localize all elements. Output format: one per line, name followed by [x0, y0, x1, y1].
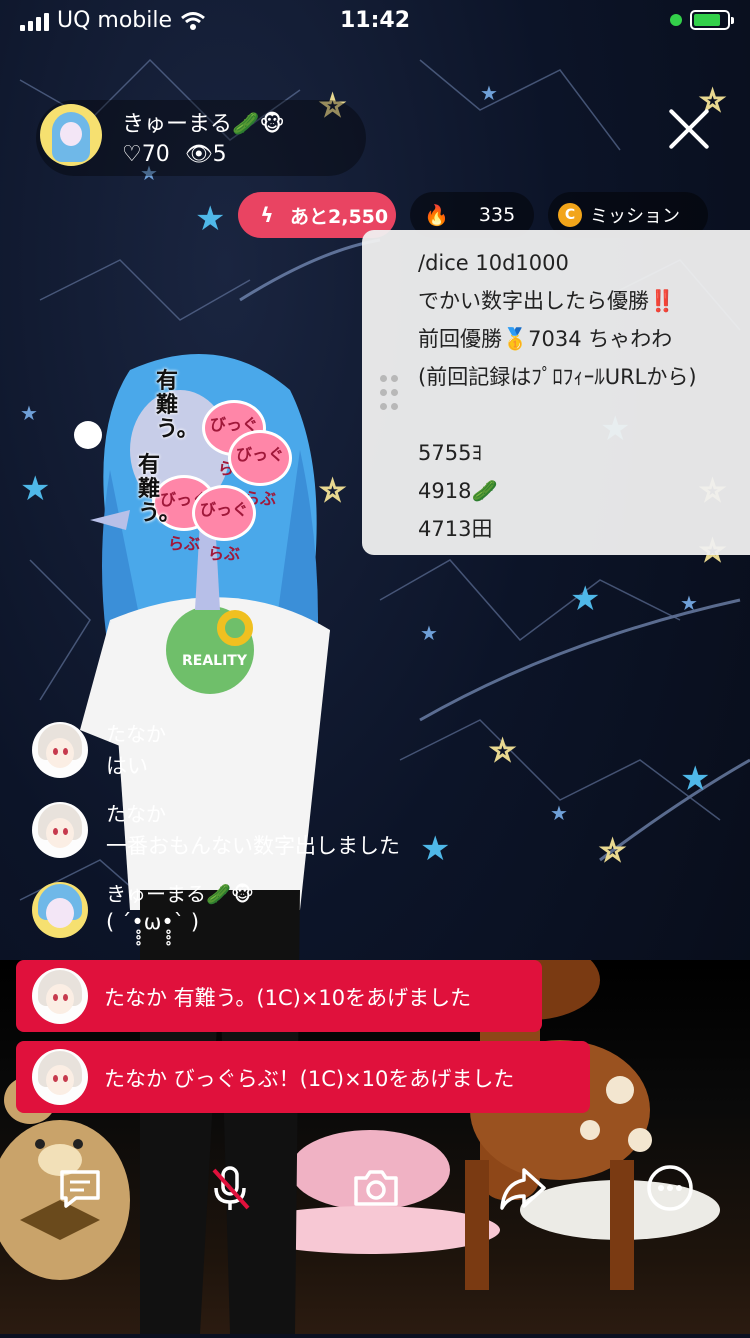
gift-text: たなか 有難う。(1C)×10をあげました: [104, 986, 472, 1010]
note-line: [418, 396, 697, 434]
status-time: 11:42: [339, 8, 411, 33]
svg-text:★: ★: [420, 621, 438, 645]
streamer-name: きゅーまる🥒🐵: [122, 112, 285, 137]
commenter-avatar[interactable]: [32, 722, 88, 778]
note-line: 4918🥒: [418, 479, 498, 503]
commenter-avatar[interactable]: [32, 882, 88, 938]
gift-notice: たなか びっぐらぶ！(1C)×10をあげました: [16, 1041, 590, 1113]
comment-icon: [60, 1170, 100, 1208]
mission-label: ミッション: [590, 206, 680, 227]
streamer-info[interactable]: きゅーまる🥒🐵 ♡70 👁5: [36, 100, 366, 176]
svg-text:★: ★: [570, 579, 600, 619]
remaining-points-label: あと2,550: [290, 205, 389, 228]
comment-text: ( ´•̥̥̥ω•̥̥̥` ): [106, 910, 200, 934]
svg-text:★: ★: [20, 469, 50, 509]
note-line: でかい数字出したら優勝‼️: [418, 289, 676, 313]
mic-toggle-button[interactable]: [202, 1160, 258, 1216]
gift-notice: たなか 有難う。(1C)×10をあげました: [16, 960, 542, 1032]
svg-text:★: ★: [20, 401, 38, 425]
svg-text:★: ★: [420, 829, 450, 869]
thanks-stamp: 有難う。: [138, 453, 181, 526]
love-stamp: びっぐらぶ: [228, 430, 292, 508]
svg-text:★: ★: [680, 759, 710, 799]
svg-text:★: ★: [480, 81, 498, 105]
gift-text: たなか びっぐらぶ！(1C)×10をあげました: [104, 1067, 515, 1091]
more-button[interactable]: [642, 1160, 698, 1216]
comment-text: 一番おもんない数字出しました: [106, 834, 400, 858]
camera-button[interactable]: [348, 1160, 404, 1216]
note-line: /dice 10d1000: [418, 251, 569, 275]
svg-text:☆: ☆: [490, 734, 515, 767]
gifter-avatar[interactable]: [32, 968, 88, 1024]
close-icon[interactable]: [664, 104, 714, 154]
camera-icon: [354, 1170, 398, 1206]
viewer-count: 👁5: [184, 142, 227, 167]
more-icon: [647, 1165, 693, 1211]
gifter-avatar[interactable]: [32, 1049, 88, 1105]
commenter-name: たなか: [106, 722, 166, 746]
comment-button[interactable]: [52, 1160, 108, 1216]
camera-in-use-indicator: [670, 14, 682, 26]
note-line: 前回優勝🥇7034 ちゃわわ: [418, 327, 673, 351]
mic-muted-icon: [212, 1166, 250, 1210]
svg-text:REALITY: REALITY: [182, 653, 248, 669]
note-lines: /dice 10d1000 でかい数字出したら優勝‼️ 前回優勝🥇7034 ちゃ…: [418, 244, 697, 548]
svg-text:★: ★: [550, 801, 568, 825]
commenter-avatar[interactable]: [32, 802, 88, 858]
svg-text:★: ★: [680, 591, 698, 615]
status-right: [670, 10, 734, 30]
flame-icon: 🔥: [424, 203, 449, 227]
lightning-icon: ϟ: [260, 203, 274, 227]
streamer-avatar[interactable]: [40, 104, 102, 166]
fire-points-value: 335: [478, 204, 516, 226]
svg-text:☆: ☆: [600, 834, 625, 867]
share-button[interactable]: [494, 1160, 550, 1216]
note-line: (前回記録はﾌﾟﾛﾌｨｰﾙURLから): [418, 365, 697, 389]
share-icon: [500, 1168, 546, 1210]
note-line: 5755ﾖ: [418, 441, 482, 465]
thanks-stamp: 有難う。: [156, 369, 199, 442]
likes-count: ♡70: [122, 142, 170, 167]
commenter-name: たなか: [106, 802, 166, 826]
status-bar: UQ mobile 11:42: [0, 0, 750, 44]
love-stamp: びっぐらぶ: [192, 485, 256, 563]
streamer-stats: ♡70 👁5: [122, 142, 227, 167]
note-line: 4713田: [418, 517, 493, 541]
svg-text:★: ★: [195, 199, 225, 239]
commenter-name: きゅーまる🥒🐵: [106, 882, 255, 906]
battery-icon: [690, 10, 734, 30]
comment-text: はい: [106, 754, 148, 778]
note-panel[interactable]: /dice 10d1000 でかい数字出したら優勝‼️ 前回優勝🥇7034 ちゃ…: [362, 230, 750, 555]
coin-icon: C: [558, 203, 582, 227]
